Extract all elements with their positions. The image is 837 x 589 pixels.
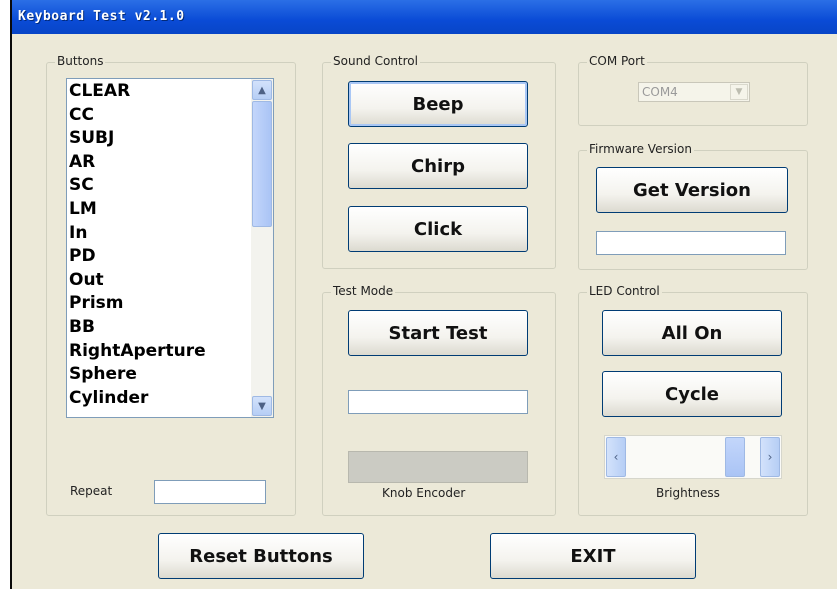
test-mode-field[interactable] [348,390,528,414]
exit-button[interactable]: EXIT [490,533,696,579]
list-item[interactable]: SC [67,174,251,198]
window-title: Keyboard Test v2.1.0 [18,9,185,24]
list-item[interactable]: AR [67,151,251,175]
scroll-up-arrow-icon[interactable]: ▲ [252,80,272,100]
brightness-label: Brightness [656,486,720,500]
buttons-list: CLEAR CC SUBJ AR SC LM In PD Out Prism BB RightAper… [67,80,251,410]
all-on-button[interactable]: All On [602,310,782,356]
scroll-thumb[interactable] [252,101,272,227]
list-item[interactable]: RightAperture [67,340,251,364]
list-item[interactable]: SUBJ [67,127,251,151]
beep-button[interactable]: Beep [348,81,528,127]
buttons-legend: Buttons [55,54,106,68]
knob-encoder-display [348,451,528,483]
listbox-vertical-scrollbar[interactable]: ▲ ▼ [251,79,273,417]
firmware-version-legend: Firmware Version [587,142,694,156]
reset-buttons-button[interactable]: Reset Buttons [158,533,364,579]
scroll-left-arrow-icon[interactable]: ‹ [606,437,626,477]
brightness-thumb[interactable] [725,437,745,477]
cycle-button[interactable]: Cycle [602,371,782,417]
list-item[interactable]: BB [67,316,251,340]
led-control-legend: LED Control [587,284,662,298]
start-test-button[interactable]: Start Test [348,310,528,356]
brightness-slider[interactable]: ‹ › [604,435,782,479]
chevron-down-icon[interactable]: ▼ [730,84,748,100]
com-port-legend: COM Port [587,54,647,68]
chirp-button[interactable]: Chirp [348,143,528,189]
title-bar[interactable]: Keyboard Test v2.1.0 [12,0,837,34]
test-mode-legend: Test Mode [331,284,396,298]
list-item[interactable]: Sphere [67,363,251,387]
sound-control-legend: Sound Control [331,54,420,68]
list-item[interactable]: Cylinder [67,387,251,411]
get-version-button[interactable]: Get Version [596,167,788,213]
list-item[interactable]: In [67,222,251,246]
knob-encoder-label: Knob Encoder [382,486,466,500]
repeat-field[interactable] [154,480,266,504]
list-item[interactable]: Prism [67,292,251,316]
firmware-version-field[interactable] [596,231,786,255]
com-port-selected: COM4 [642,85,678,99]
list-item[interactable]: Out [67,269,251,293]
repeat-label: Repeat [70,484,113,498]
com-port-select[interactable]: COM4 ▼ [638,82,750,102]
scroll-right-arrow-icon[interactable]: › [760,437,780,477]
scroll-down-arrow-icon[interactable]: ▼ [252,396,272,416]
list-item[interactable]: CLEAR [67,80,251,104]
click-button[interactable]: Click [348,206,528,252]
buttons-listbox[interactable]: CLEAR CC SUBJ AR SC LM In PD Out Prism BB RightAper… [66,78,274,418]
list-item[interactable]: LM [67,198,251,222]
list-item[interactable]: PD [67,245,251,269]
keyboard-test-window: Keyboard Test v2.1.0 Buttons CLEAR CC SUBJ… [10,0,837,589]
list-item[interactable]: CC [67,104,251,128]
